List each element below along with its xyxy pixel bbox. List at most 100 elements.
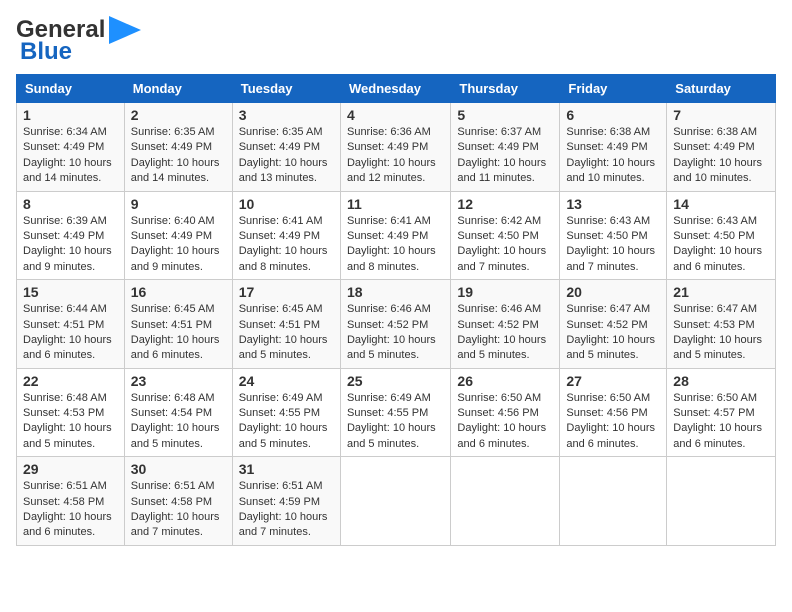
day-number: 13 (566, 196, 660, 212)
day-info: Sunrise: 6:45 AMSunset: 4:51 PMDaylight:… (239, 302, 334, 364)
day-number: 15 (23, 284, 118, 300)
day-number: 29 (23, 461, 118, 477)
day-info: Sunrise: 6:48 AMSunset: 4:54 PMDaylight:… (131, 391, 226, 453)
calendar-header-row: SundayMondayTuesdayWednesdayThursdayFrid… (17, 75, 776, 103)
day-number: 9 (131, 196, 226, 212)
day-info: Sunrise: 6:51 AMSunset: 4:58 PMDaylight:… (131, 479, 226, 541)
day-number: 20 (566, 284, 660, 300)
calendar-cell: 22 Sunrise: 6:48 AMSunset: 4:53 PMDayligh… (17, 368, 125, 457)
calendar-cell: 19 Sunrise: 6:46 AMSunset: 4:52 PMDayligh… (451, 280, 560, 369)
day-info: Sunrise: 6:51 AMSunset: 4:59 PMDaylight:… (239, 479, 334, 541)
calendar-cell: 17 Sunrise: 6:45 AMSunset: 4:51 PMDayligh… (232, 280, 340, 369)
day-info: Sunrise: 6:34 AMSunset: 4:49 PMDaylight:… (23, 125, 118, 187)
week-row-4: 22 Sunrise: 6:48 AMSunset: 4:53 PMDayligh… (17, 368, 776, 457)
logo-arrow-icon (109, 16, 141, 44)
day-number: 21 (673, 284, 769, 300)
col-header-saturday: Saturday (667, 75, 776, 103)
calendar-cell: 28 Sunrise: 6:50 AMSunset: 4:57 PMDayligh… (667, 368, 776, 457)
day-info: Sunrise: 6:51 AMSunset: 4:58 PMDaylight:… (23, 479, 118, 541)
week-row-5: 29 Sunrise: 6:51 AMSunset: 4:58 PMDayligh… (17, 457, 776, 546)
calendar-cell: 12 Sunrise: 6:42 AMSunset: 4:50 PMDayligh… (451, 191, 560, 280)
page-header: General Blue (16, 16, 776, 66)
day-info: Sunrise: 6:39 AMSunset: 4:49 PMDaylight:… (23, 214, 118, 276)
day-info: Sunrise: 6:49 AMSunset: 4:55 PMDaylight:… (347, 391, 444, 453)
calendar-cell (451, 457, 560, 546)
day-info: Sunrise: 6:50 AMSunset: 4:56 PMDaylight:… (457, 391, 553, 453)
day-info: Sunrise: 6:44 AMSunset: 4:51 PMDaylight:… (23, 302, 118, 364)
day-info: Sunrise: 6:35 AMSunset: 4:49 PMDaylight:… (239, 125, 334, 187)
day-number: 17 (239, 284, 334, 300)
day-number: 2 (131, 107, 226, 123)
day-info: Sunrise: 6:36 AMSunset: 4:49 PMDaylight:… (347, 125, 444, 187)
day-number: 28 (673, 373, 769, 389)
calendar-cell: 6Sunrise: 6:38 AMSunset: 4:49 PMDaylight… (560, 103, 667, 192)
calendar-cell (560, 457, 667, 546)
day-number: 25 (347, 373, 444, 389)
calendar-cell: 21 Sunrise: 6:47 AMSunset: 4:53 PMDayligh… (667, 280, 776, 369)
calendar-cell (340, 457, 450, 546)
calendar-cell: 16 Sunrise: 6:45 AMSunset: 4:51 PMDayligh… (124, 280, 232, 369)
calendar-cell: 3 Sunrise: 6:35 AMSunset: 4:49 PMDaylight… (232, 103, 340, 192)
day-info: Sunrise: 6:50 AMSunset: 4:57 PMDaylight:… (673, 391, 769, 453)
day-number: 12 (457, 196, 553, 212)
day-number: 19 (457, 284, 553, 300)
calendar-cell: 13 Sunrise: 6:43 AMSunset: 4:50 PMDayligh… (560, 191, 667, 280)
day-info: Sunrise: 6:41 AMSunset: 4:49 PMDaylight:… (347, 214, 444, 276)
day-info: Sunrise: 6:37 AMSunset: 4:49 PMDaylight:… (457, 125, 553, 187)
calendar-cell: 11 Sunrise: 6:41 AMSunset: 4:49 PMDayligh… (340, 191, 450, 280)
calendar-cell: 31Sunrise: 6:51 AMSunset: 4:59 PMDayligh… (232, 457, 340, 546)
calendar-cell: 4 Sunrise: 6:36 AMSunset: 4:49 PMDaylight… (340, 103, 450, 192)
calendar-cell: 20 Sunrise: 6:47 AMSunset: 4:52 PMDayligh… (560, 280, 667, 369)
calendar-cell: 29 Sunrise: 6:51 AMSunset: 4:58 PMDayligh… (17, 457, 125, 546)
day-number: 22 (23, 373, 118, 389)
day-info: Sunrise: 6:47 AMSunset: 4:52 PMDaylight:… (566, 302, 660, 364)
calendar-cell: 5 Sunrise: 6:37 AMSunset: 4:49 PMDaylight… (451, 103, 560, 192)
day-info: Sunrise: 6:43 AMSunset: 4:50 PMDaylight:… (673, 214, 769, 276)
day-info: Sunrise: 6:43 AMSunset: 4:50 PMDaylight:… (566, 214, 660, 276)
day-info: Sunrise: 6:50 AMSunset: 4:56 PMDaylight:… (566, 391, 660, 453)
calendar-cell: 15 Sunrise: 6:44 AMSunset: 4:51 PMDayligh… (17, 280, 125, 369)
calendar-cell (667, 457, 776, 546)
day-number: 6 (566, 107, 660, 123)
day-info: Sunrise: 6:41 AMSunset: 4:49 PMDaylight:… (239, 214, 334, 276)
calendar-cell: 1 Sunrise: 6:34 AMSunset: 4:49 PMDaylight… (17, 103, 125, 192)
logo: General Blue (16, 16, 141, 66)
day-info: Sunrise: 6:35 AMSunset: 4:49 PMDaylight:… (131, 125, 226, 187)
col-header-monday: Monday (124, 75, 232, 103)
day-number: 4 (347, 107, 444, 123)
col-header-friday: Friday (560, 75, 667, 103)
day-info: Sunrise: 6:48 AMSunset: 4:53 PMDaylight:… (23, 391, 118, 453)
col-header-tuesday: Tuesday (232, 75, 340, 103)
day-info: Sunrise: 6:47 AMSunset: 4:53 PMDaylight:… (673, 302, 769, 364)
day-number: 11 (347, 196, 444, 212)
day-number: 16 (131, 284, 226, 300)
day-number: 7 (673, 107, 769, 123)
day-info: Sunrise: 6:42 AMSunset: 4:50 PMDaylight:… (457, 214, 553, 276)
calendar-cell: 8Sunrise: 6:39 AMSunset: 4:49 PMDaylight… (17, 191, 125, 280)
calendar-cell: 27 Sunrise: 6:50 AMSunset: 4:56 PMDayligh… (560, 368, 667, 457)
week-row-1: 1 Sunrise: 6:34 AMSunset: 4:49 PMDaylight… (17, 103, 776, 192)
col-header-thursday: Thursday (451, 75, 560, 103)
calendar-cell: 14 Sunrise: 6:43 AMSunset: 4:50 PMDayligh… (667, 191, 776, 280)
day-number: 3 (239, 107, 334, 123)
day-info: Sunrise: 6:38 AMSunset: 4:49 PMDaylight:… (673, 125, 769, 187)
week-row-3: 15 Sunrise: 6:44 AMSunset: 4:51 PMDayligh… (17, 280, 776, 369)
calendar-table: SundayMondayTuesdayWednesdayThursdayFrid… (16, 74, 776, 546)
day-number: 23 (131, 373, 226, 389)
calendar-cell: 2 Sunrise: 6:35 AMSunset: 4:49 PMDaylight… (124, 103, 232, 192)
calendar-cell: 24Sunrise: 6:49 AMSunset: 4:55 PMDayligh… (232, 368, 340, 457)
day-number: 1 (23, 107, 118, 123)
day-info: Sunrise: 6:40 AMSunset: 4:49 PMDaylight:… (131, 214, 226, 276)
day-number: 5 (457, 107, 553, 123)
calendar-body: 1 Sunrise: 6:34 AMSunset: 4:49 PMDaylight… (17, 103, 776, 546)
day-number: 14 (673, 196, 769, 212)
calendar-cell: 18Sunrise: 6:46 AMSunset: 4:52 PMDayligh… (340, 280, 450, 369)
day-info: Sunrise: 6:46 AMSunset: 4:52 PMDaylight:… (457, 302, 553, 364)
day-number: 27 (566, 373, 660, 389)
col-header-sunday: Sunday (17, 75, 125, 103)
day-info: Sunrise: 6:45 AMSunset: 4:51 PMDaylight:… (131, 302, 226, 364)
day-number: 26 (457, 373, 553, 389)
calendar-cell: 23 Sunrise: 6:48 AMSunset: 4:54 PMDayligh… (124, 368, 232, 457)
day-number: 30 (131, 461, 226, 477)
calendar-cell: 26 Sunrise: 6:50 AMSunset: 4:56 PMDayligh… (451, 368, 560, 457)
